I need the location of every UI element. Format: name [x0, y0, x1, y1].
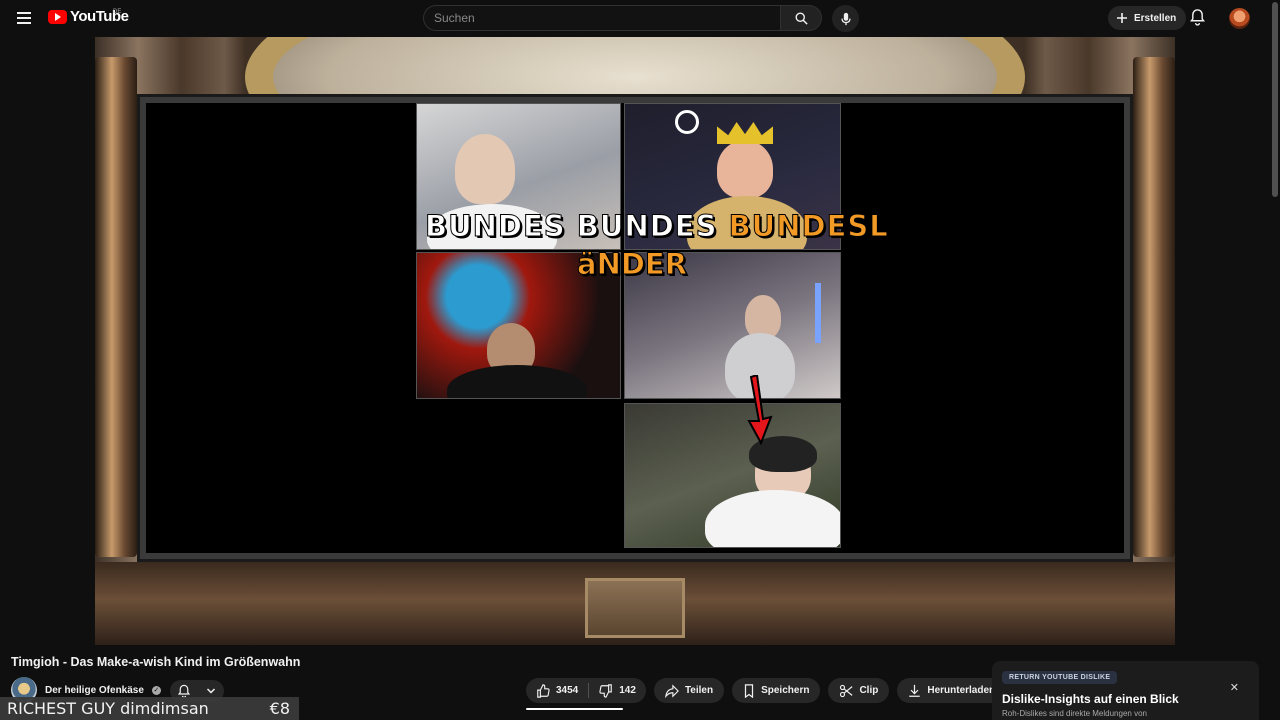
- floor-ornament: [585, 578, 685, 638]
- donation-donor-text: RICHEST GUY dimdimsan: [7, 699, 209, 718]
- like-count: 3454: [556, 685, 579, 696]
- search-button[interactable]: [780, 5, 822, 31]
- verified-icon: ✓: [151, 685, 161, 695]
- video-overlay-title-line2: äNDER: [576, 247, 688, 282]
- led-light: [815, 283, 821, 343]
- donation-amount: €8: [269, 699, 290, 718]
- ring-light: [675, 110, 699, 134]
- menu-line: [17, 12, 31, 14]
- channel-name[interactable]: Der heilige Ofenkäse: [45, 685, 144, 696]
- bell-icon: [178, 684, 190, 698]
- like-dislike-group: 3454 142: [526, 678, 646, 703]
- dislike-button[interactable]: 142: [589, 678, 646, 703]
- download-label: Herunterladen: [927, 685, 996, 696]
- share-button[interactable]: Teilen: [653, 678, 725, 703]
- left-column-decoration: [95, 57, 137, 557]
- search-icon: [795, 12, 808, 25]
- video-actions: 3454 142 Teilen Speichern Clip Herunterl…: [526, 678, 1040, 703]
- share-icon: [665, 683, 679, 698]
- streamer-shirt: [447, 365, 587, 398]
- chevron-down-icon: [206, 688, 216, 694]
- streamer-figure: [717, 140, 773, 198]
- video-player[interactable]: BUNDES BUNDES BUNDESL äNDER: [95, 37, 1175, 645]
- search-box: [423, 5, 822, 31]
- masthead: YouTube DE Erstellen: [0, 0, 1280, 37]
- voice-search-button[interactable]: [832, 5, 859, 32]
- menu-line: [17, 17, 31, 19]
- notifications-button[interactable]: [1190, 8, 1205, 31]
- logo-region-code: DE: [113, 9, 122, 15]
- play-logo-icon: [48, 9, 67, 24]
- overlay-text-white: BUNDES BUNDES: [425, 209, 729, 244]
- like-ratio-bar: [526, 708, 623, 710]
- download-icon: [909, 684, 921, 697]
- right-column-decoration: [1133, 57, 1175, 557]
- microphone-icon: [840, 12, 851, 25]
- bookmark-icon: [744, 683, 754, 698]
- create-label: Erstellen: [1134, 12, 1177, 24]
- return-dislike-title: Dislike-Insights auf einen Blick: [1002, 692, 1179, 706]
- crown-graphic: [717, 122, 773, 144]
- save-button[interactable]: Speichern: [732, 678, 821, 703]
- video-title: Timgioh - Das Make-a-wish Kind im Größen…: [11, 655, 301, 669]
- page-scrollbar[interactable]: [1272, 2, 1278, 197]
- like-button[interactable]: 3454: [526, 678, 588, 703]
- menu-line: [17, 22, 31, 24]
- download-button[interactable]: Herunterladen: [897, 678, 1007, 703]
- menu-button[interactable]: [12, 6, 36, 30]
- webcam-tile-5: [624, 403, 841, 548]
- streamer-figure: [455, 134, 515, 204]
- share-label: Teilen: [684, 685, 714, 696]
- bell-icon: [1190, 9, 1205, 26]
- close-icon[interactable]: ✕: [1230, 681, 1239, 694]
- search-input[interactable]: [423, 5, 780, 31]
- return-dislike-card: RETURN YOUTUBE DISLIKE Dislike-Insights …: [992, 661, 1259, 720]
- thumbs-up-icon: [537, 683, 550, 698]
- donation-banner: RICHEST GUY dimdimsan €8: [0, 697, 299, 720]
- plus-icon: [1117, 13, 1127, 23]
- streamer-hoodie: [705, 490, 840, 547]
- create-button[interactable]: Erstellen: [1108, 6, 1187, 30]
- video-overlay-title: BUNDES BUNDES BUNDESL: [425, 209, 889, 244]
- clip-label: Clip: [859, 685, 879, 696]
- red-arrow-icon: [747, 375, 773, 445]
- clip-button[interactable]: Clip: [828, 678, 890, 703]
- return-dislike-badge: RETURN YOUTUBE DISLIKE: [1002, 671, 1118, 684]
- thumbs-down-icon: [599, 683, 613, 698]
- overlay-text-orange: BUNDESL: [728, 209, 889, 244]
- scissors-icon: [840, 684, 853, 697]
- return-dislike-subtitle: Roh-Dislikes sind direkte Meldungen von: [1002, 709, 1147, 718]
- account-avatar[interactable]: [1229, 8, 1250, 29]
- save-label: Speichern: [761, 685, 810, 696]
- dislike-count: 142: [619, 685, 636, 696]
